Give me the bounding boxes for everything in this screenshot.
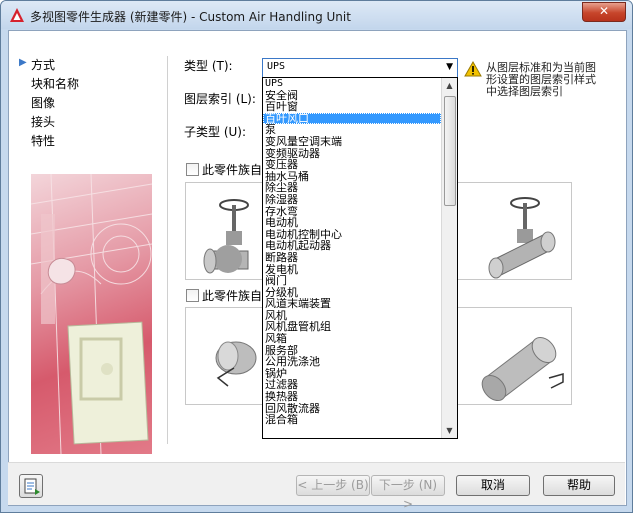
dropdown-option[interactable]: 电动机控制中心	[263, 229, 441, 241]
nav-item-method[interactable]: ▶ 方式	[19, 56, 56, 73]
valve-preview-image	[203, 199, 249, 274]
window-title: 多视图零件生成器 (新建零件) - Custom Air Handling Un…	[30, 10, 351, 24]
scroll-up-arrow-icon[interactable]: ▲	[442, 78, 457, 93]
dropdown-option[interactable]: 电动机	[263, 217, 441, 229]
chevron-down-icon[interactable]: ▼	[446, 62, 453, 72]
dropdown-option[interactable]: 分级机	[263, 287, 441, 299]
preview-tank-right	[456, 307, 572, 405]
layer-warning-text: 从图层标准和为当前图形设置的图层索引样式中选择图层索引	[486, 61, 596, 98]
dialog-window: 多视图零件生成器 (新建零件) - Custom Air Handling Un…	[0, 0, 633, 513]
dropdown-option[interactable]: 百叶窗	[263, 101, 441, 113]
vertical-separator	[167, 56, 168, 444]
next-button[interactable]: 下一步 (N) >	[371, 475, 445, 511]
tank-preview-image	[215, 341, 257, 387]
dropdown-option[interactable]: 风机盘管机组	[263, 321, 441, 333]
autocad-logo-icon	[10, 8, 24, 22]
nav-item-label: 接头	[31, 115, 56, 129]
cancel-button[interactable]: 取消	[456, 475, 530, 496]
nav-item-properties[interactable]: 特性	[31, 132, 55, 149]
dropdown-option[interactable]: 断路器	[263, 252, 441, 264]
dropdown-option[interactable]: 泵	[263, 124, 441, 136]
wizard-button-bar: < 上一步 (B) 下一步 (N) > 取消 帮助	[8, 462, 625, 511]
family-checkbox-2[interactable]	[186, 289, 199, 302]
type-label: 类型 (T):	[184, 59, 233, 73]
dropdown-option[interactable]: 抽水马桶	[263, 171, 441, 183]
nav-item-label: 方式	[31, 58, 56, 72]
preview-valve-left	[185, 182, 267, 280]
dropdown-option[interactable]: UPS	[263, 78, 441, 90]
family-checkbox-2-label: 此零件族自	[202, 289, 263, 303]
dropdown-option[interactable]: 百叶风口	[263, 112, 441, 125]
warning-icon	[464, 61, 482, 77]
dropdown-option[interactable]: 风箱	[263, 333, 441, 345]
dropdown-option[interactable]: 除尘器	[263, 182, 441, 194]
dropdown-option[interactable]: 公用洗涤池	[263, 356, 441, 368]
scroll-thumb[interactable]	[444, 96, 456, 206]
family-checkbox-1-label: 此零件族自	[202, 163, 263, 177]
nav-item-label: 图像	[31, 96, 56, 110]
dropdown-option[interactable]: 风机	[263, 310, 441, 322]
dropdown-option[interactable]: 存水弯	[263, 206, 441, 218]
active-arrow-icon: ▶	[19, 57, 27, 68]
dropdown-option[interactable]: 除湿器	[263, 194, 441, 206]
dropdown-option[interactable]: 服务部	[263, 345, 441, 357]
dropdown-scrollbar[interactable]: ▲ ▼	[441, 78, 457, 438]
dropdown-option[interactable]: 风道末端装置	[263, 298, 441, 310]
dropdown-option[interactable]: 混合箱	[263, 414, 441, 426]
dropdown-option[interactable]: 变风量空调末端	[263, 136, 441, 148]
type-combobox[interactable]: UPS ▼	[262, 58, 458, 78]
type-dropdown-list[interactable]: UPS 安全阀 百叶窗 百叶风口泵变风量空调末端 变频驱动器 变压器 抽水马桶 除尘器 除湿器存…	[262, 77, 458, 439]
tank-iso-preview-image	[481, 336, 564, 402]
subtype-label: 子类型 (U):	[184, 125, 247, 139]
layer-index-label: 图层索引 (L):	[184, 92, 256, 106]
dropdown-option[interactable]: 电动机起动器	[263, 240, 441, 252]
preview-toggle-button[interactable]	[19, 474, 43, 498]
scroll-down-arrow-icon[interactable]: ▼	[442, 423, 457, 438]
nav-item-image[interactable]: 图像	[31, 94, 55, 111]
wizard-side-illustration	[31, 174, 152, 454]
type-combobox-value: UPS	[267, 61, 286, 72]
dropdown-option[interactable]: 发电机	[263, 264, 441, 276]
dropdown-option[interactable]: 换热器	[263, 391, 441, 403]
back-button[interactable]: < 上一步 (B)	[296, 475, 370, 496]
dropdown-options: UPS 安全阀 百叶窗 百叶风口泵变风量空调末端 变频驱动器 变压器 抽水马桶 除尘器 除湿器存…	[263, 78, 441, 426]
preview-valve-right	[456, 182, 572, 280]
nav-item-connectors[interactable]: 接头	[31, 113, 55, 130]
dropdown-option[interactable]: 阀门	[263, 275, 441, 287]
valve-iso-preview-image	[488, 197, 556, 279]
help-button[interactable]: 帮助	[543, 475, 615, 496]
nav-item-label: 特性	[31, 134, 56, 148]
dropdown-option[interactable]: 回风散流器	[263, 403, 441, 415]
close-button[interactable]: ✕	[582, 2, 626, 22]
drafting-illustration	[31, 174, 152, 454]
drawing-preview-icon	[24, 478, 40, 495]
title-bar[interactable]: 多视图零件生成器 (新建零件) - Custom Air Handling Un…	[1, 1, 632, 29]
dropdown-option[interactable]: 安全阀	[263, 90, 441, 102]
family-checkbox-1[interactable]	[186, 163, 199, 176]
dialog-client-area: ▶ 方式 块和名称 图像 接头 特性 类型 (T): 图层索引 (L): 子类型…	[8, 30, 627, 506]
dropdown-option[interactable]: 过滤器	[263, 379, 441, 391]
preview-tank-left	[185, 307, 267, 405]
nav-item-label: 块和名称	[31, 77, 80, 91]
dropdown-option[interactable]: 锅炉	[263, 368, 441, 380]
dropdown-option[interactable]: 变频驱动器	[263, 148, 441, 160]
nav-item-block-name[interactable]: 块和名称	[31, 75, 79, 92]
dropdown-option[interactable]: 变压器	[263, 159, 441, 171]
